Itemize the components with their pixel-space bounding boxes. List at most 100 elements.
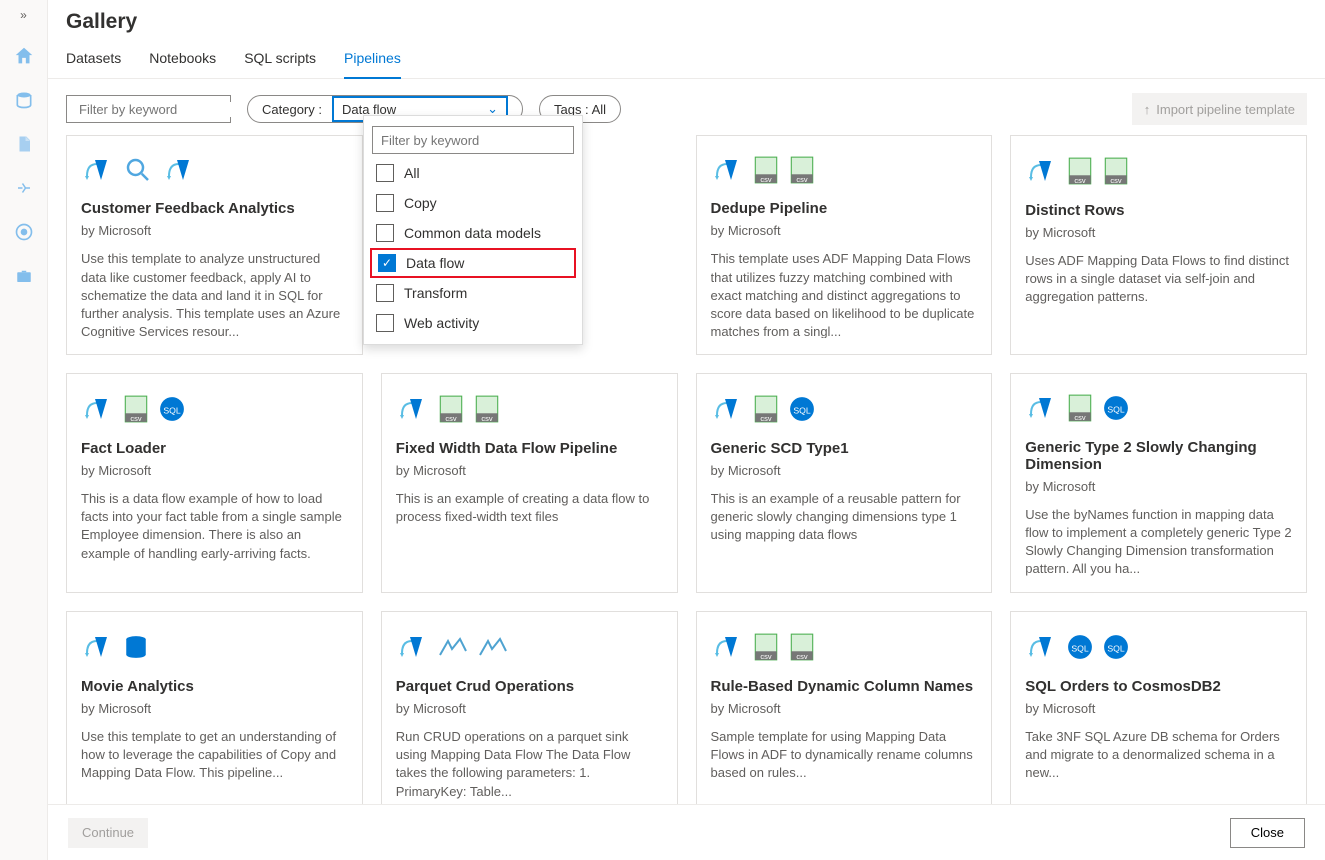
- card-icons: csv SQL: [1025, 388, 1292, 429]
- template-card[interactable]: SQLSQLSQL Orders to CosmosDB2by Microsof…: [1010, 611, 1307, 804]
- template-gallery: Customer Feedback Analytics by Microsoft U…: [48, 135, 1325, 804]
- category-option-transform[interactable]: Transform: [364, 278, 582, 308]
- template-card[interactable]: csvSQLGeneric SCD Type1by MicrosoftThis …: [696, 373, 993, 593]
- develop-nav-icon[interactable]: [10, 130, 38, 158]
- checkbox-icon: [376, 284, 394, 302]
- dropdown-filter-input[interactable]: [372, 126, 574, 154]
- card-icons: SQLSQL: [1025, 626, 1292, 668]
- card-title: Dedupe Pipeline: [711, 200, 978, 217]
- expand-rail-chevron-icon[interactable]: »: [20, 8, 27, 22]
- tab-pipelines[interactable]: Pipelines: [344, 40, 401, 78]
- category-option-web-activity[interactable]: Web activity: [364, 308, 582, 338]
- category-option-all[interactable]: All: [364, 158, 582, 188]
- sql-icon: SQL: [1103, 633, 1129, 661]
- checkbox-icon: [376, 314, 394, 332]
- card-title: Rule-Based Dynamic Column Names: [711, 678, 978, 695]
- card-title: Distinct Rows: [1025, 202, 1292, 219]
- flow-icon: [396, 631, 428, 663]
- card-author: by Microsoft: [1025, 225, 1292, 240]
- integrate-nav-icon[interactable]: [10, 174, 38, 202]
- template-card[interactable]: Parquet Crud Operationsby MicrosoftRun C…: [381, 611, 678, 804]
- template-card[interactable]: csvcsvRule-Based Dynamic Column Namesby …: [696, 611, 993, 804]
- svg-text:csv: csv: [1075, 176, 1087, 185]
- card-title: Customer Feedback Analytics: [81, 200, 348, 217]
- data-nav-icon[interactable]: [10, 86, 38, 114]
- manage-nav-icon[interactable]: [10, 262, 38, 290]
- card-description: Use this template to analyze unstructure…: [81, 250, 348, 338]
- flow-icon: [711, 631, 743, 663]
- card-title: Movie Analytics: [81, 678, 348, 695]
- svg-text:SQL: SQL: [163, 405, 181, 415]
- card-description: Run CRUD operations on a parquet sink us…: [396, 728, 663, 801]
- csv-icon: csv: [753, 155, 779, 185]
- option-label: Web activity: [404, 315, 479, 331]
- tab-notebooks[interactable]: Notebooks: [149, 40, 216, 78]
- sql-icon: SQL: [159, 395, 185, 423]
- card-title: Parquet Crud Operations: [396, 678, 663, 695]
- csv-icon: csv: [1067, 393, 1093, 423]
- card-description: Uses ADF Mapping Data Flows to find dist…: [1025, 252, 1292, 307]
- close-button[interactable]: Close: [1230, 818, 1305, 848]
- csv-icon: csv: [789, 155, 815, 185]
- checkbox-icon: [376, 164, 394, 182]
- tab-sql-scripts[interactable]: SQL scripts: [244, 40, 316, 78]
- tab-datasets[interactable]: Datasets: [66, 40, 121, 78]
- category-label: Category :: [262, 102, 322, 117]
- flow-icon: [81, 631, 113, 663]
- csv-icon: csv: [753, 394, 779, 424]
- home-nav-icon[interactable]: [10, 42, 38, 70]
- template-card[interactable]: Movie Analytics by Microsoft Use this temp…: [66, 611, 363, 804]
- checkbox-icon: [376, 224, 394, 242]
- checkbox-icon: ✓: [378, 254, 396, 272]
- svg-text:csv: csv: [796, 175, 808, 184]
- card-icons: csvcsv: [396, 388, 663, 430]
- import-pipeline-template-button: ↑ Import pipeline template: [1132, 93, 1307, 125]
- upload-icon: ↑: [1144, 102, 1151, 117]
- card-description: This template uses ADF Mapping Data Flow…: [711, 250, 978, 338]
- flow-icon: [163, 154, 195, 186]
- category-option-data-flow[interactable]: ✓Data flow: [370, 248, 576, 278]
- card-author: by Microsoft: [1025, 479, 1292, 494]
- parq-icon: [478, 637, 508, 657]
- svg-text:csv: csv: [1075, 413, 1087, 422]
- card-description: This is an example of a reusable pattern…: [711, 490, 978, 545]
- category-dropdown[interactable]: AllCopyCommon data models✓Data flow Trans…: [363, 115, 583, 345]
- card-icons: csv csv: [711, 150, 978, 190]
- flow-icon: [711, 393, 743, 425]
- filter-bar: Category : Data flow ⌄ Tags : All ↑ Impo…: [48, 79, 1325, 135]
- continue-button: Continue: [68, 818, 148, 848]
- card-author: by Microsoft: [1025, 701, 1292, 716]
- card-author: by Microsoft: [396, 463, 663, 478]
- svg-text:csv: csv: [1111, 176, 1123, 185]
- card-description: This is a data flow example of how to lo…: [81, 490, 348, 563]
- template-card[interactable]: csvSQLFact Loaderby MicrosoftThis is a d…: [66, 373, 363, 593]
- keyword-input[interactable]: [79, 102, 255, 117]
- flow-icon: [1025, 392, 1057, 424]
- checkbox-icon: [376, 194, 394, 212]
- template-card[interactable]: csv csv Distinct Rows by Microsoft Uses ADF …: [1010, 135, 1307, 355]
- flow-icon: [711, 154, 743, 186]
- template-card[interactable]: Customer Feedback Analyticsby MicrosoftU…: [66, 135, 363, 355]
- csv-icon: csv: [1103, 156, 1129, 186]
- category-option-copy[interactable]: Copy: [364, 188, 582, 218]
- monitor-nav-icon[interactable]: [10, 218, 38, 246]
- card-description: Use this template to get an understandin…: [81, 728, 348, 783]
- csv-icon: csv: [753, 632, 779, 662]
- svg-text:SQL: SQL: [1108, 405, 1126, 415]
- option-label: Transform: [404, 285, 467, 301]
- template-card[interactable]: csvcsvDedupe Pipelineby MicrosoftThis te…: [696, 135, 993, 355]
- gallery-tabs: Datasets Notebooks SQL scripts Pipelines: [48, 40, 1325, 79]
- svg-text:csv: csv: [481, 414, 493, 423]
- template-card[interactable]: csvSQLGeneric Type 2 Slowly Changing Dim…: [1010, 373, 1307, 593]
- card-description: Sample template for using Mapping Data F…: [711, 728, 978, 783]
- sql-icon: SQL: [789, 395, 815, 423]
- csv-icon: csv: [123, 394, 149, 424]
- card-author: by Microsoft: [81, 701, 348, 716]
- keyword-filter[interactable]: [66, 95, 231, 123]
- parq-icon: [438, 637, 468, 657]
- category-option-common-data-models[interactable]: Common data models: [364, 218, 582, 248]
- card-description: Use the byNames function in mapping data…: [1025, 506, 1292, 576]
- card-icons: csv SQL: [81, 388, 348, 430]
- card-description: Take 3NF SQL Azure DB schema for Orders …: [1025, 728, 1292, 783]
- template-card[interactable]: csvcsvFixed Width Data Flow Pipelineby M…: [381, 373, 678, 593]
